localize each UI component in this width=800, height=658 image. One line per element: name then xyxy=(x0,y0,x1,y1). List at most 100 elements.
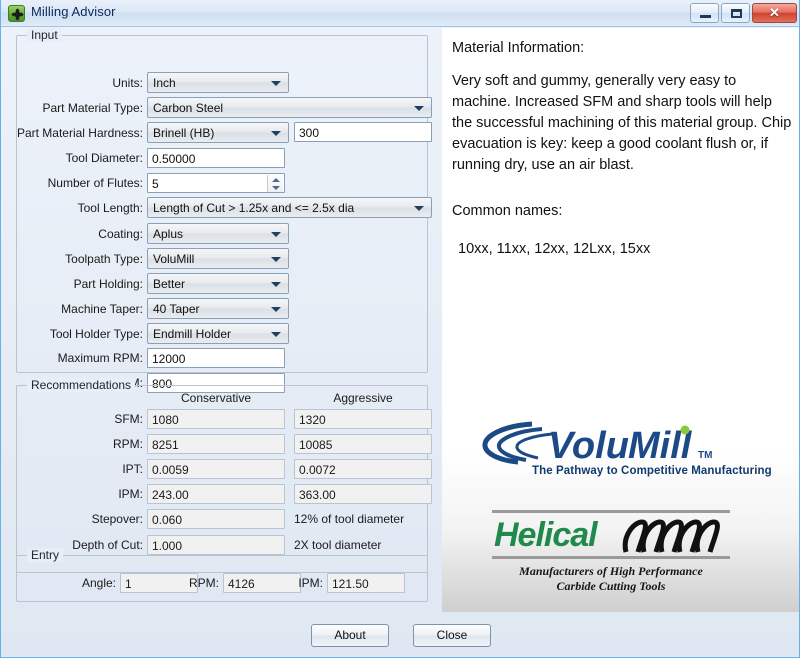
milling-advisor-window: Milling Advisor ✕ Input Units: Inch Part… xyxy=(0,0,800,658)
minimize-icon xyxy=(700,15,711,18)
part-material-type-select[interactable]: Carbon Steel xyxy=(147,97,432,118)
label-ipm: IPM: xyxy=(118,487,143,501)
chevron-down-icon xyxy=(271,131,281,136)
ipt-aggressive-value: 0.0072 xyxy=(299,463,336,477)
input-group-title: Input xyxy=(27,28,62,42)
tool-length-value: Length of Cut > 1.25x and <= 2.5x dia xyxy=(153,201,355,215)
chevron-down-icon xyxy=(271,81,281,86)
label-part-material-hardness: Part Material Hardness: xyxy=(16,126,143,140)
units-select[interactable]: Inch xyxy=(147,72,289,93)
ipt-aggressive-field: 0.0072 xyxy=(294,459,432,479)
common-names-heading: Common names: xyxy=(452,203,563,219)
part-material-type-value: Carbon Steel xyxy=(153,101,224,115)
helical-subline: Manufacturers of High Performance Carbid… xyxy=(492,564,730,594)
column-header-conservative: Conservative xyxy=(180,391,252,405)
ipm-aggressive-value: 363.00 xyxy=(299,488,336,502)
ipt-conservative-value: 0.0059 xyxy=(152,463,189,477)
depth-of-cut-value: 1.000 xyxy=(152,539,183,553)
label-entry-ipm: IPM: xyxy=(298,576,323,590)
close-button[interactable]: ✕ xyxy=(752,3,797,23)
toolpath-type-select[interactable]: VoluMill xyxy=(147,248,289,269)
footer-bar: About Close xyxy=(1,612,799,657)
part-holding-select[interactable]: Better xyxy=(147,273,289,294)
chevron-down-icon xyxy=(271,307,281,312)
maximum-rpm-value: 12000 xyxy=(152,352,186,366)
chevron-down-icon xyxy=(271,282,281,287)
label-entry-rpm: RPM: xyxy=(189,576,219,590)
label-part-holding: Part Holding: xyxy=(73,277,143,291)
number-of-flutes-value: 5 xyxy=(152,177,159,191)
maximize-icon xyxy=(731,9,742,18)
material-info-heading: Material Information: xyxy=(452,40,585,56)
svg-text:TM: TM xyxy=(698,450,712,461)
coating-value: Aplus xyxy=(153,227,184,241)
recommendations-group-title: Recommendations xyxy=(27,378,136,392)
tool-length-select[interactable]: Length of Cut > 1.25x and <= 2.5x dia xyxy=(147,197,432,218)
number-of-flutes-stepper[interactable]: 5 xyxy=(147,173,285,193)
tool-diameter-input[interactable]: 0.50000 xyxy=(147,148,285,168)
machine-taper-value: 40 Taper xyxy=(153,302,200,316)
label-maximum-rpm: Maximum RPM: xyxy=(57,351,143,365)
part-material-hardness-number: 300 xyxy=(299,126,320,140)
tool-diameter-value: 0.50000 xyxy=(152,152,196,166)
title-bar: Milling Advisor ✕ xyxy=(1,0,799,27)
helical-rule-top xyxy=(492,510,730,513)
rpm-aggressive-value: 10085 xyxy=(299,438,333,452)
stepper-down-icon[interactable] xyxy=(272,186,280,190)
rpm-conservative-field: 8251 xyxy=(147,434,285,454)
window-title: Milling Advisor xyxy=(31,4,116,19)
entry-ipm-value: 121.50 xyxy=(332,577,369,591)
ipm-conservative-field: 243.00 xyxy=(147,484,285,504)
entry-rpm-value: 4126 xyxy=(228,577,255,591)
window-controls: ✕ xyxy=(690,3,797,23)
coating-select[interactable]: Aplus xyxy=(147,223,289,244)
maximum-rpm-input[interactable]: 12000 xyxy=(147,348,285,368)
minimize-button[interactable] xyxy=(690,3,719,23)
part-material-hardness-select[interactable]: Brinell (HB) xyxy=(147,122,289,143)
stepover-note: 12% of tool diameter xyxy=(294,512,405,526)
volumill-tagline: The Pathway to Competitive Manufacturing xyxy=(532,465,772,477)
sfm-conservative-field: 1080 xyxy=(147,409,285,429)
units-value: Inch xyxy=(153,76,176,90)
tool-holder-type-select[interactable]: Endmill Holder xyxy=(147,323,289,344)
left-pane: Input Units: Inch Part Material Type: Ca… xyxy=(1,27,441,612)
tool-holder-type-value: Endmill Holder xyxy=(153,327,232,341)
label-ipt: IPT: xyxy=(122,462,143,476)
stepper-buttons[interactable] xyxy=(267,175,283,192)
machine-taper-select[interactable]: 40 Taper xyxy=(147,298,289,319)
label-units: Units: xyxy=(112,76,143,90)
helical-rule-bottom xyxy=(492,556,730,559)
sfm-aggressive-field: 1320 xyxy=(294,409,432,429)
ipm-conservative-value: 243.00 xyxy=(152,488,189,502)
label-sfm: SFM: xyxy=(114,412,143,426)
stepper-up-icon[interactable] xyxy=(272,178,280,182)
toolpath-type-value: VoluMill xyxy=(153,252,195,266)
part-material-hardness-input[interactable]: 300 xyxy=(294,122,432,142)
part-holding-value: Better xyxy=(153,277,186,291)
milling-cutter-icon xyxy=(8,5,25,22)
about-button[interactable]: About xyxy=(311,624,389,647)
entry-ipm-field: 121.50 xyxy=(327,573,405,593)
close-icon: ✕ xyxy=(769,5,780,20)
label-entry-angle: Angle: xyxy=(81,576,116,590)
part-material-hardness-value: Brinell (HB) xyxy=(153,126,215,140)
sfm-conservative-value: 1080 xyxy=(152,413,179,427)
sfm-aggressive-value: 1320 xyxy=(299,413,326,427)
entry-angle-value: 1 xyxy=(125,577,132,591)
chevron-down-icon xyxy=(271,232,281,237)
helical-wordmark: Helical xyxy=(494,516,598,554)
close-dialog-button[interactable]: Close xyxy=(413,624,491,647)
chevron-down-icon xyxy=(414,106,424,111)
volumill-logo: Volu Mill TM The Pathway to Competitive … xyxy=(480,418,772,486)
svg-text:Volu: Volu xyxy=(548,425,629,466)
helical-logo: Helical Manufacturers of High Performanc… xyxy=(492,508,732,593)
label-toolpath-type: Toolpath Type: xyxy=(65,252,143,266)
column-header-aggressive: Aggressive xyxy=(333,391,393,405)
maximize-button[interactable] xyxy=(721,3,750,23)
label-rpm: RPM: xyxy=(113,437,143,451)
rpm-conservative-value: 8251 xyxy=(152,438,179,452)
depth-of-cut-field: 1.000 xyxy=(147,535,285,555)
ipm-aggressive-field: 363.00 xyxy=(294,484,432,504)
label-tool-diameter: Tool Diameter: xyxy=(65,151,143,165)
label-coating: Coating: xyxy=(98,227,143,241)
